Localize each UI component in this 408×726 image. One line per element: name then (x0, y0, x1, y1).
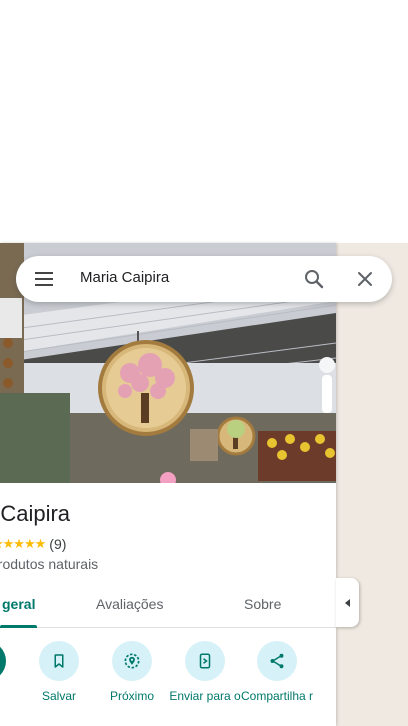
maps-page: a Caipira ★★★★★ (9) produtos naturais ge… (0, 0, 408, 726)
tab-reviews[interactable]: Avaliações (96, 596, 163, 612)
tab-about[interactable]: Sobre (244, 596, 281, 612)
place-category[interactable]: produtos naturais (0, 556, 98, 572)
rating-row[interactable]: ★★★★★ (9) (0, 536, 66, 552)
save-label: Salvar (41, 689, 76, 703)
menu-icon[interactable] (32, 268, 56, 290)
map-area[interactable] (336, 243, 408, 726)
tab-active-indicator (0, 625, 37, 628)
collapse-panel-button[interactable] (336, 578, 359, 627)
search-icon[interactable] (302, 267, 326, 291)
save-button[interactable]: Salvar (19, 641, 99, 703)
share-label: Compartilha r (240, 689, 314, 703)
share-icon (257, 641, 297, 681)
send-to-phone-button[interactable]: Enviar para o (165, 641, 245, 703)
send-to-phone-icon (185, 641, 225, 681)
review-count[interactable]: (9) (49, 536, 66, 552)
place-tabs: geral Avaliações Sobre (0, 583, 336, 628)
nearby-label: Próximo (109, 689, 154, 703)
bookmark-icon (39, 641, 79, 681)
place-panel: a Caipira ★★★★★ (9) produtos naturais ge… (0, 243, 336, 726)
search-input[interactable]: Maria Caipira (80, 269, 169, 286)
nearby-button[interactable]: Próximo (92, 641, 172, 703)
close-icon[interactable] (353, 267, 377, 291)
send-to-phone-label: Enviar para o (169, 689, 241, 703)
share-button[interactable]: Compartilha r (237, 641, 317, 703)
nearby-icon (112, 641, 152, 681)
search-box[interactable]: Maria Caipira (16, 256, 392, 302)
star-rating: ★★★★★ (0, 536, 46, 551)
action-bar: s Salvar Próximo (0, 641, 336, 726)
caret-left-icon (344, 598, 350, 607)
directions-icon (0, 641, 6, 681)
place-title: a Caipira (0, 501, 71, 526)
tab-overview[interactable]: geral (2, 596, 35, 612)
